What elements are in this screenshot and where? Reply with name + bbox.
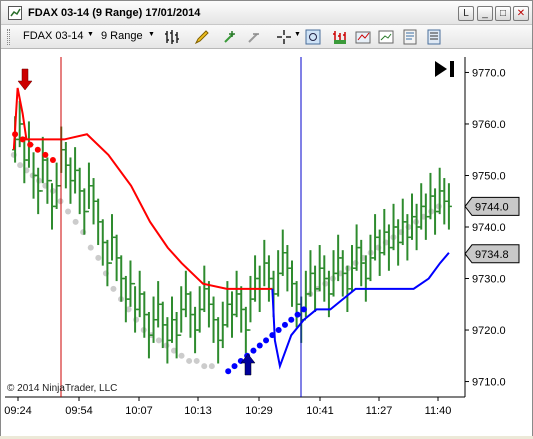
trail-dot bbox=[178, 352, 185, 359]
minimize-button[interactable]: _ bbox=[477, 6, 493, 21]
y-tick-label: 9750.0 bbox=[472, 170, 506, 182]
y-tick-label: 9720.0 bbox=[472, 325, 506, 337]
up-arrow-signal-icon bbox=[240, 353, 256, 376]
blue-signal-dot bbox=[256, 342, 263, 349]
red-signal-dot bbox=[34, 146, 41, 153]
crosshair-dropdown-icon[interactable]: ▼ bbox=[294, 31, 301, 38]
red-signal-dot bbox=[49, 157, 56, 164]
trail-dot bbox=[87, 244, 94, 251]
bar-type-icon[interactable] bbox=[163, 28, 181, 46]
blue-signal-dot bbox=[263, 337, 270, 344]
chart-properties-icon[interactable] bbox=[377, 28, 395, 46]
link-button[interactable]: L bbox=[458, 6, 474, 21]
x-tick-label: 09:24 bbox=[4, 405, 32, 417]
trail-dot bbox=[193, 357, 200, 364]
trail-dot bbox=[322, 280, 329, 287]
draw-pencil-icon[interactable] bbox=[193, 28, 211, 46]
trail-dot bbox=[72, 218, 79, 225]
blue-signal-dot bbox=[250, 347, 257, 354]
red-signal-dot bbox=[27, 141, 34, 148]
down-arrow-signal-icon bbox=[17, 68, 33, 91]
crosshair-icon[interactable] bbox=[275, 28, 293, 46]
trail-dot bbox=[133, 316, 140, 323]
y-tick-label: 9740.0 bbox=[472, 222, 506, 234]
x-tick-label: 10:29 bbox=[245, 405, 273, 417]
play-to-end-bar bbox=[450, 61, 454, 77]
x-tick-label: 09:54 bbox=[65, 405, 93, 417]
play-to-end-icon bbox=[435, 61, 447, 77]
y-tick-label: 9730.0 bbox=[472, 274, 506, 286]
blue-signal-dot bbox=[275, 327, 282, 334]
app-chart-icon bbox=[8, 6, 22, 20]
trail-dot bbox=[186, 357, 193, 364]
red-signal-dot bbox=[12, 131, 19, 138]
interval-selector[interactable]: 9 Range bbox=[101, 30, 143, 42]
chart-toolbar: FDAX 03-14 ▼ 9 Range ▼ ▼ bbox=[1, 25, 532, 49]
x-tick-label: 10:07 bbox=[125, 405, 153, 417]
x-tick-label: 11:40 bbox=[425, 405, 452, 417]
trail-dot bbox=[57, 198, 64, 205]
blue-signal-dot bbox=[225, 368, 232, 375]
y-tick-label: 9770.0 bbox=[472, 67, 506, 79]
price-marker-label: 9744.0 bbox=[475, 201, 509, 213]
x-tick-label: 11:27 bbox=[366, 405, 393, 417]
blue-signal-dot bbox=[269, 332, 276, 339]
zoom-in-icon[interactable] bbox=[221, 28, 239, 46]
trail-dot bbox=[17, 162, 24, 169]
y-tick-label: 9760.0 bbox=[472, 119, 506, 131]
trail-dot bbox=[95, 254, 102, 261]
blue-signal-dot bbox=[288, 316, 295, 323]
blue-signal-dot bbox=[231, 363, 238, 370]
trail-dot bbox=[201, 363, 208, 370]
instrument-dropdown-icon[interactable]: ▼ bbox=[87, 31, 94, 38]
trail-dot bbox=[110, 285, 117, 292]
trail-dot bbox=[352, 260, 359, 267]
properties-panel-icon[interactable] bbox=[425, 28, 443, 46]
maximize-button[interactable]: □ bbox=[495, 6, 511, 21]
trail-dot bbox=[65, 208, 72, 215]
interval-dropdown-icon[interactable]: ▼ bbox=[148, 31, 155, 38]
price-marker-label: 9734.8 bbox=[475, 249, 509, 261]
zoom-out-icon[interactable] bbox=[245, 28, 263, 46]
x-tick-label: 10:13 bbox=[184, 405, 212, 417]
strategies-icon[interactable] bbox=[354, 28, 372, 46]
chart-window: FDAX 03-14 (9 Range) 17/01/2014 L _ □ ✕ … bbox=[0, 0, 533, 436]
trail-dot bbox=[208, 363, 215, 370]
red-signal-dot bbox=[42, 151, 49, 158]
trail-dot bbox=[155, 337, 162, 344]
blue-signal-dot bbox=[300, 306, 307, 313]
chart-area[interactable]: 9710.0 9720.0 9730.0 9740.0 9750.0 9760.0 9770… bbox=[1, 49, 532, 436]
red-signal-dot bbox=[19, 136, 26, 143]
instrument-selector[interactable]: FDAX 03-14 bbox=[23, 30, 84, 42]
x-tick-label: 10:41 bbox=[306, 405, 334, 417]
copyright-label: © 2014 NinjaTrader, LLC bbox=[7, 383, 118, 394]
templates-icon[interactable] bbox=[401, 28, 419, 46]
indicators-icon[interactable] bbox=[331, 28, 349, 46]
toolbar-grip[interactable] bbox=[7, 29, 10, 45]
blue-signal-dot bbox=[281, 321, 288, 328]
price-chart[interactable]: 9710.0 9720.0 9730.0 9740.0 9750.0 9760.0 9770… bbox=[1, 49, 532, 436]
close-button[interactable]: ✕ bbox=[513, 6, 529, 21]
blue-signal-dot bbox=[294, 311, 301, 318]
title-bar[interactable]: FDAX 03-14 (9 Range) 17/01/2014 L _ □ ✕ bbox=[1, 1, 532, 25]
data-box-icon[interactable] bbox=[304, 28, 322, 46]
window-title: FDAX 03-14 (9 Range) 17/01/2014 bbox=[28, 7, 201, 19]
y-tick-label: 9710.0 bbox=[472, 377, 506, 389]
